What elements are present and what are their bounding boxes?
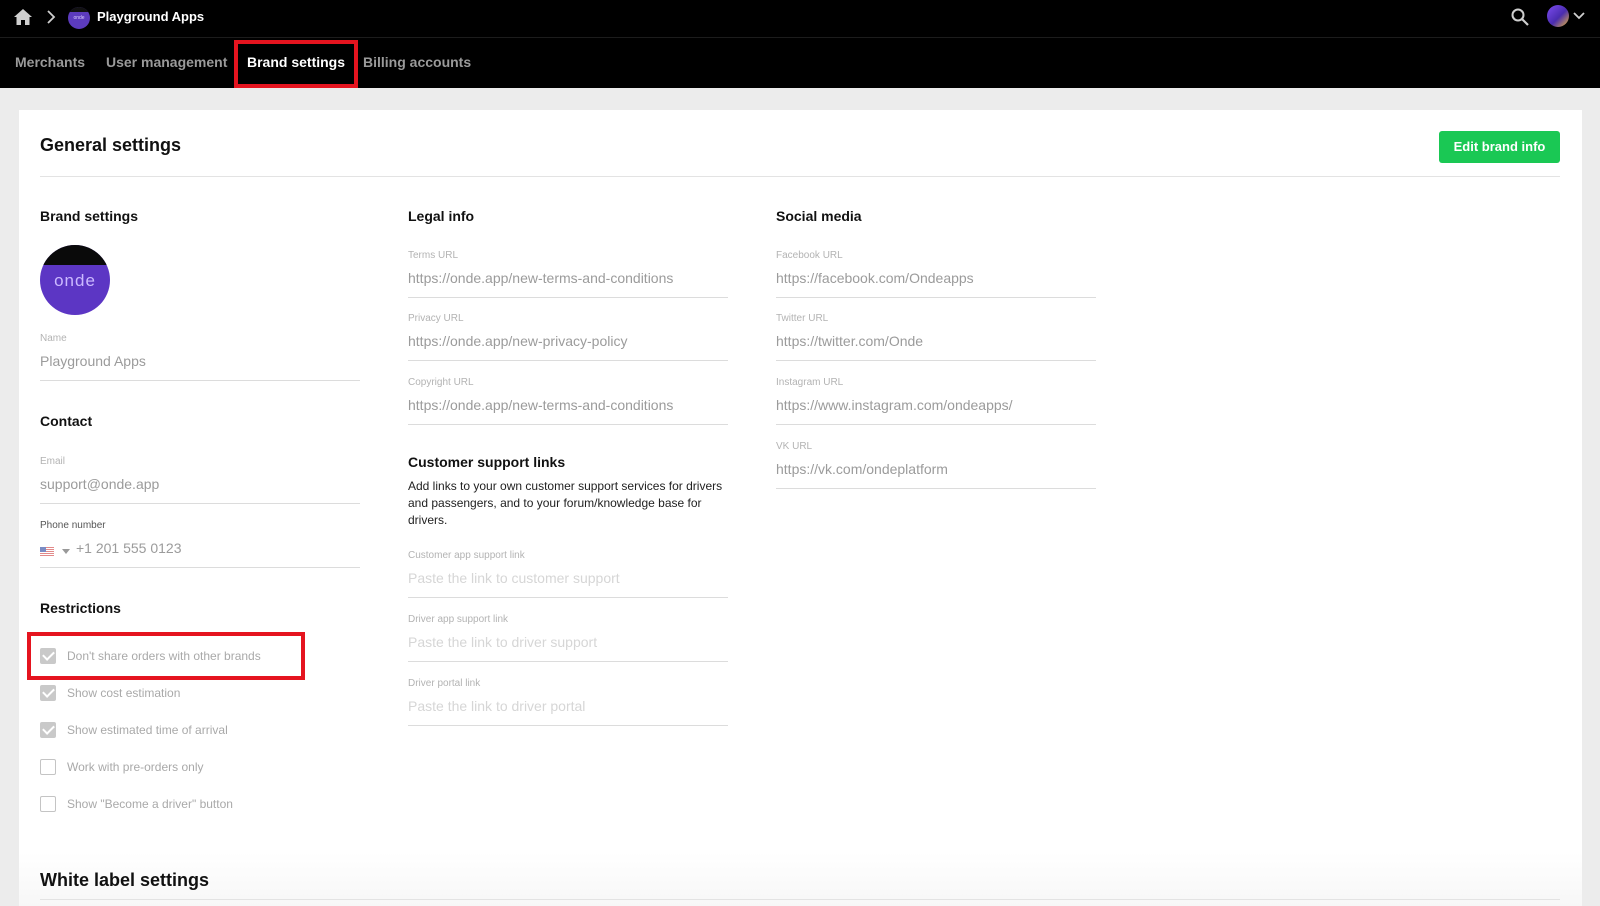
legal-info-title: Legal info xyxy=(408,208,475,224)
driver-app-support-field[interactable]: Driver app support link xyxy=(408,614,728,662)
phone-field[interactable]: Phone number +1 201 555 0123 xyxy=(40,520,360,568)
restrictions-title: Restrictions xyxy=(40,600,121,616)
edit-brand-info-button[interactable]: Edit brand info xyxy=(1439,131,1560,163)
customer-support-description: Add links to your own customer support s… xyxy=(408,479,723,527)
copyright-url-field[interactable]: Copyright URL https://onde.app/new-terms… xyxy=(408,377,728,425)
us-flag-icon[interactable] xyxy=(40,547,54,556)
customer-app-support-input[interactable] xyxy=(408,570,708,586)
brand-settings-title: Brand settings xyxy=(40,208,139,224)
instagram-url-field[interactable]: Instagram URL https://www.instagram.com/… xyxy=(776,377,1096,425)
driver-portal-input[interactable] xyxy=(408,698,708,714)
chevron-right-icon xyxy=(47,10,56,24)
tab-brand-settings[interactable]: Brand settings xyxy=(247,54,345,70)
home-icon[interactable] xyxy=(13,7,33,27)
contact-title: Contact xyxy=(40,413,93,429)
nav-tabs: Merchants User management Brand settings… xyxy=(0,38,1600,88)
email-field[interactable]: Email support@onde.app xyxy=(40,456,360,504)
customer-support-title: Customer support links xyxy=(408,454,566,470)
settings-card: General settings Edit brand info Brand s… xyxy=(19,110,1582,906)
terms-url-field[interactable]: Terms URL https://onde.app/new-terms-and… xyxy=(408,250,728,298)
white-label-title: White label settings xyxy=(40,870,210,890)
privacy-url-field[interactable]: Privacy URL https://onde.app/new-privacy… xyxy=(408,313,728,361)
caret-down-icon[interactable] xyxy=(62,549,70,554)
app-name-breadcrumb[interactable]: Playground Apps xyxy=(97,9,204,24)
driver-app-support-input[interactable] xyxy=(408,634,708,650)
tab-user-management[interactable]: User management xyxy=(106,54,227,70)
avatar[interactable] xyxy=(1547,5,1569,27)
bottom-fade xyxy=(19,852,1582,906)
checkbox[interactable] xyxy=(40,759,56,775)
white-label-divider xyxy=(40,899,1560,900)
vk-url-field[interactable]: VK URL https://vk.com/ondeplatform xyxy=(776,441,1096,489)
checkbox[interactable] xyxy=(40,685,56,701)
brand-name-field[interactable]: Name Playground Apps xyxy=(40,333,360,381)
tab-merchants[interactable]: Merchants xyxy=(15,54,85,70)
facebook-url-field[interactable]: Facebook URL https://facebook.com/Ondeap… xyxy=(776,250,1096,298)
checkbox[interactable] xyxy=(40,648,56,664)
social-media-title: Social media xyxy=(776,208,862,224)
checkbox[interactable] xyxy=(40,796,56,812)
tab-billing-accounts[interactable]: Billing accounts xyxy=(363,54,471,70)
top-bar: onde Playground Apps xyxy=(0,0,1600,38)
driver-portal-field[interactable]: Driver portal link xyxy=(408,678,728,726)
checkbox[interactable] xyxy=(40,722,56,738)
app-logo: onde xyxy=(68,7,90,29)
customer-app-support-field[interactable]: Customer app support link xyxy=(408,550,728,598)
page-title: General settings xyxy=(40,135,182,155)
chevron-down-icon[interactable] xyxy=(1573,11,1585,21)
header-divider xyxy=(40,176,1560,177)
search-icon[interactable] xyxy=(1510,7,1530,27)
twitter-url-field[interactable]: Twitter URL https://twitter.com/Onde xyxy=(776,313,1096,361)
brand-logo[interactable]: onde xyxy=(40,245,110,315)
